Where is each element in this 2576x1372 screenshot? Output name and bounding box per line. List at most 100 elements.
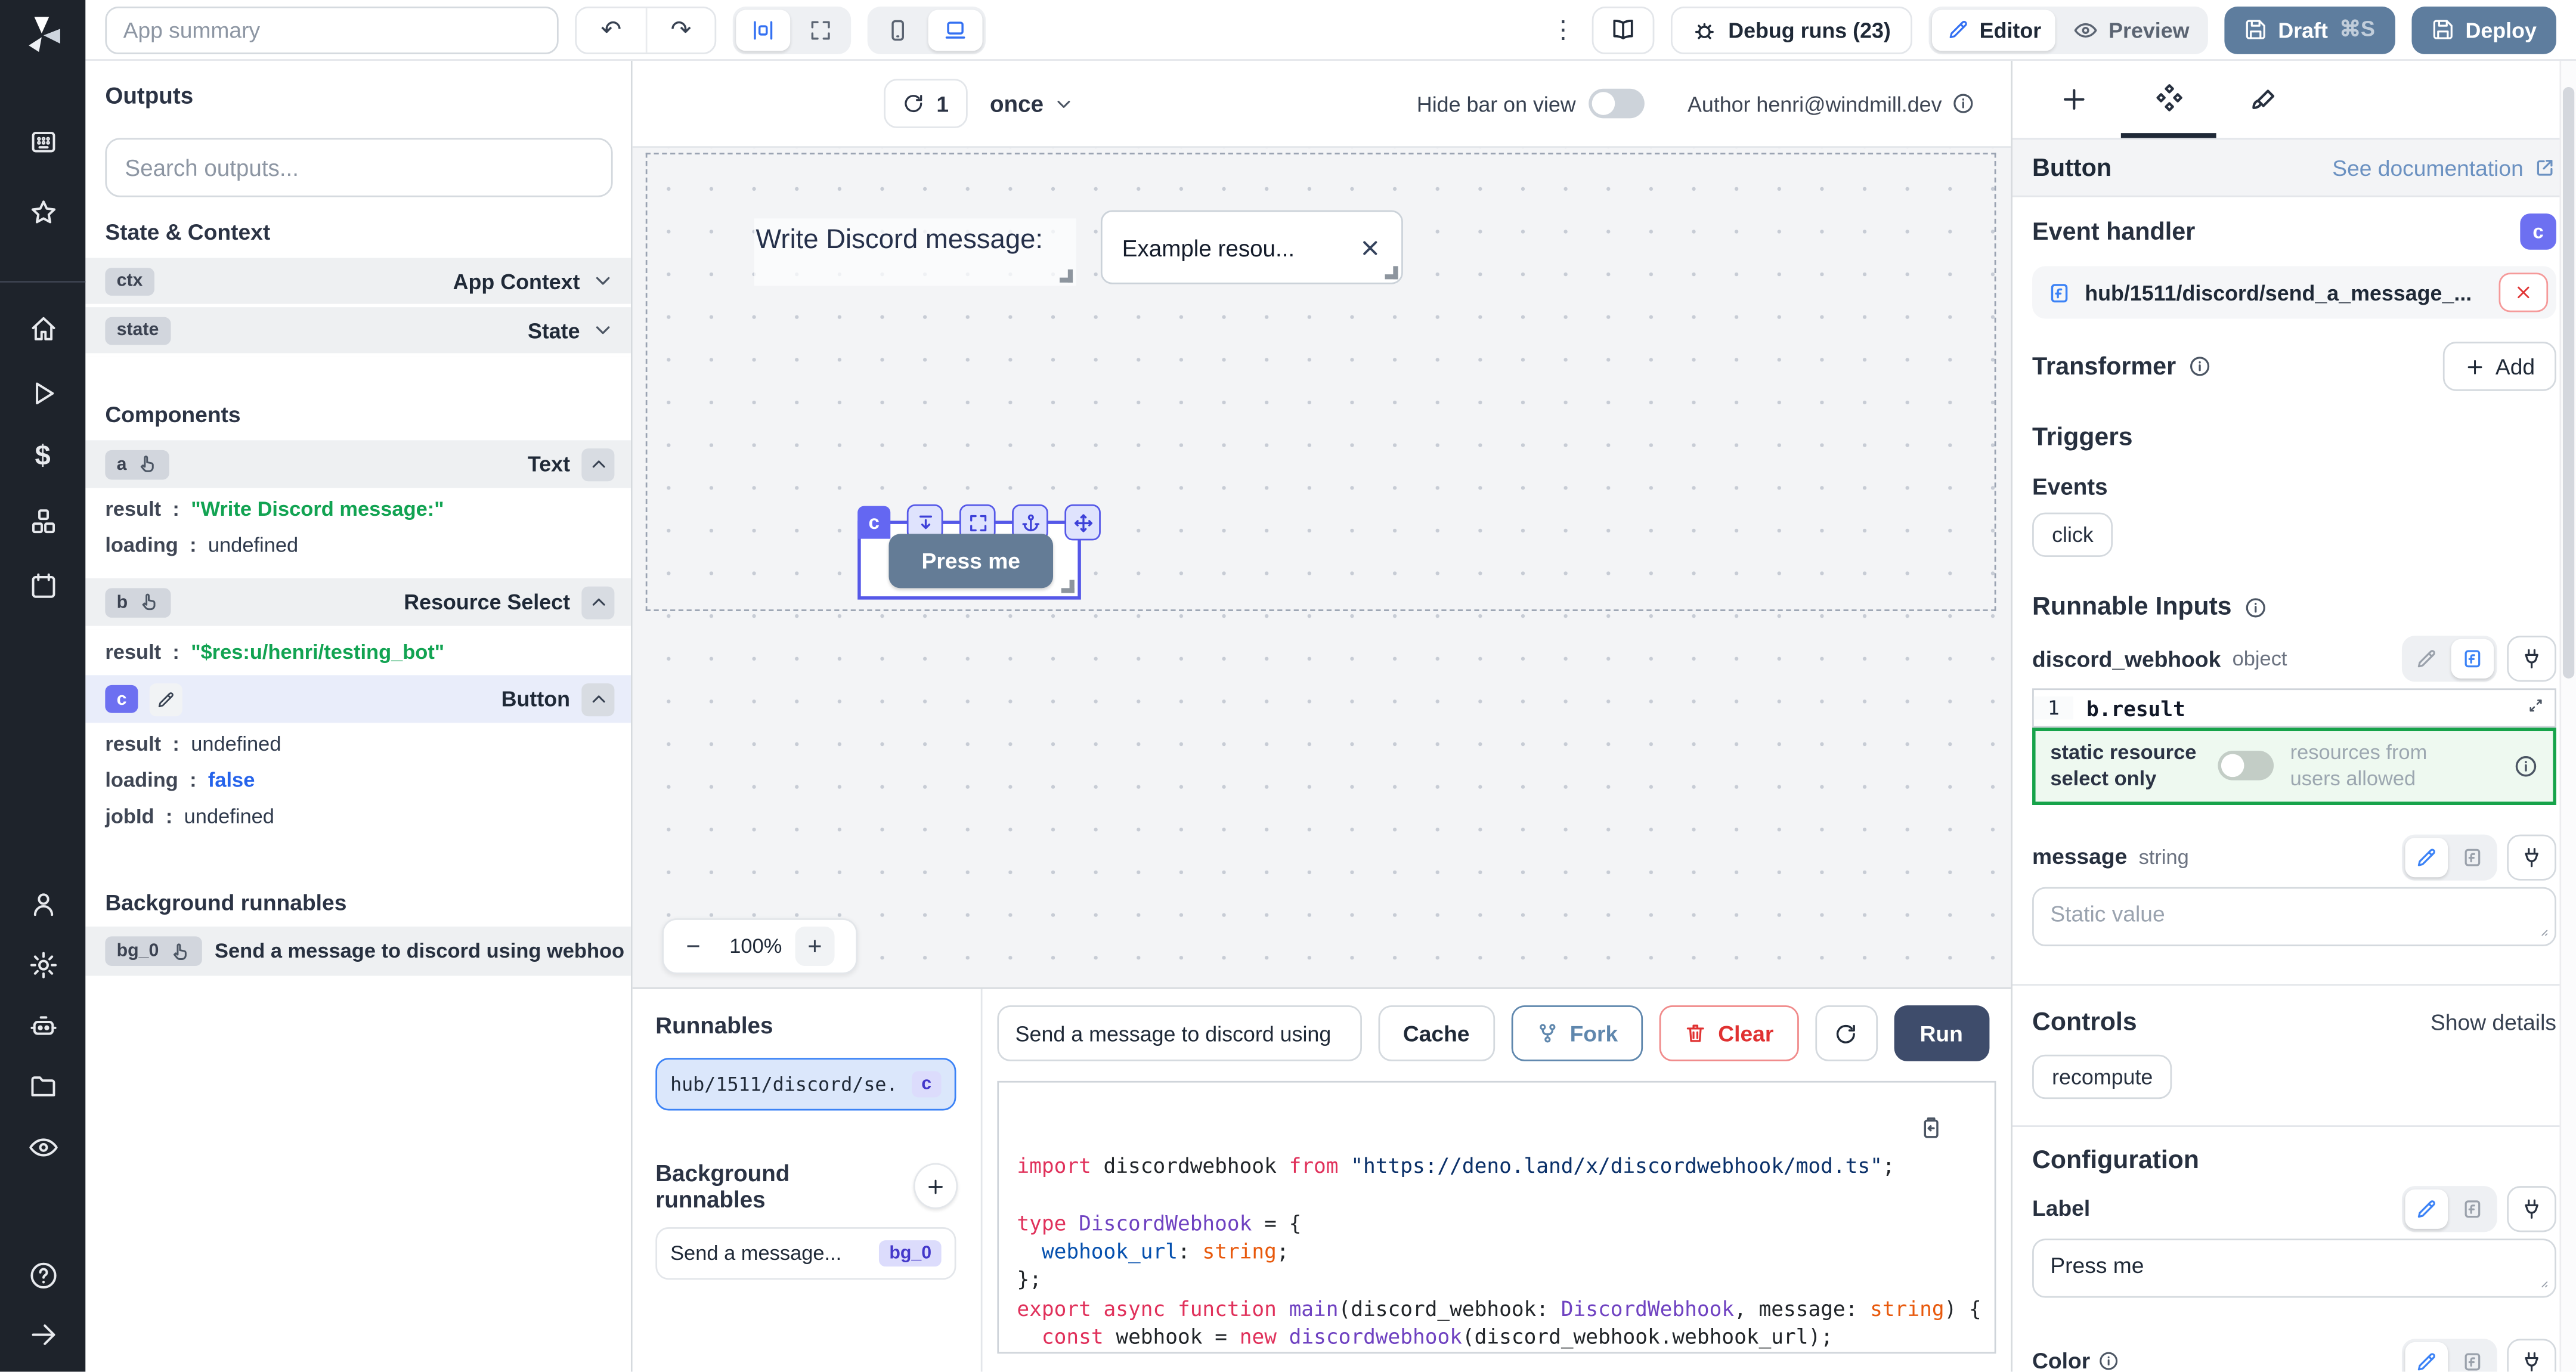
component-settings-tab[interactable] <box>2121 61 2216 138</box>
app-summary-input[interactable] <box>105 6 558 54</box>
insert-component-tab[interactable] <box>2026 61 2121 138</box>
text-component[interactable]: Write Discord message: <box>754 218 1076 286</box>
refresh-count-box[interactable]: 1 <box>884 79 967 128</box>
tab-preview[interactable]: Preview <box>2059 9 2204 50</box>
info-icon[interactable] <box>2513 754 2538 778</box>
show-details-link[interactable]: Show details <box>2431 1010 2556 1035</box>
documentation-book-button[interactable] <box>1592 6 1655 54</box>
variables-dollar-icon[interactable]: $ <box>23 437 63 476</box>
folders-icon[interactable] <box>23 1066 63 1105</box>
styling-tab[interactable] <box>2216 61 2312 138</box>
scrollbar[interactable] <box>2559 61 2576 1372</box>
press-me-button[interactable]: Press me <box>889 534 1054 588</box>
run-button[interactable]: Run <box>1893 1005 1989 1061</box>
apps-grid-icon[interactable] <box>23 122 63 161</box>
search-outputs-input[interactable] <box>105 138 612 197</box>
copy-code-icon[interactable] <box>1919 1116 1943 1147</box>
fork-button[interactable]: Fork <box>1510 1005 1642 1061</box>
component-a-row[interactable]: a Text <box>85 440 631 491</box>
state-row[interactable]: state State <box>85 307 631 357</box>
run-mode-dropdown[interactable]: once <box>990 91 1075 117</box>
label-value-input[interactable]: Press me <box>2032 1238 2556 1297</box>
favorites-star-icon[interactable] <box>23 192 63 231</box>
clear-button[interactable]: Clear <box>1659 1005 1798 1061</box>
rename-c-button[interactable] <box>150 683 182 716</box>
reload-button[interactable] <box>1815 1005 1877 1061</box>
event-handler-box[interactable]: hub/1511/discord/send_a_message_... <box>2032 266 2556 318</box>
plug-connect-button[interactable] <box>2507 1338 2556 1371</box>
info-icon[interactable] <box>2098 1351 2120 1372</box>
component-c-row[interactable]: c Button <box>85 675 631 726</box>
scrollbar-thumb[interactable] <box>2563 87 2574 679</box>
remove-handler-button[interactable] <box>2499 272 2549 312</box>
resize-handle[interactable] <box>1060 270 1073 283</box>
connect-mode-fx-button[interactable] <box>2451 1342 2494 1372</box>
resources-toggle[interactable] <box>2218 751 2274 781</box>
connect-mode-fx-button[interactable] <box>2451 1188 2494 1228</box>
clear-x-icon[interactable] <box>1358 236 1382 259</box>
chevron-down-icon[interactable] <box>592 270 615 293</box>
static-mode-pencil-button[interactable] <box>2405 1188 2448 1228</box>
plug-connect-button[interactable] <box>2507 1185 2556 1231</box>
zoom-in-button[interactable]: + <box>795 927 834 966</box>
selected-runnable-item[interactable]: hub/1511/discord/se... c <box>655 1058 956 1110</box>
collapse-b-button[interactable] <box>581 586 614 618</box>
code-editor[interactable]: import discordwebhook from "https://deno… <box>997 1081 1996 1354</box>
hide-bar-toggle[interactable] <box>1589 89 1645 119</box>
resource-select-component[interactable]: Example resou... <box>1101 210 1403 284</box>
plug-connect-button[interactable] <box>2507 636 2556 682</box>
info-icon[interactable] <box>2245 596 2268 620</box>
draft-button[interactable]: Draft ⌘S <box>2224 6 2395 54</box>
cache-button[interactable]: Cache <box>1379 1005 1494 1061</box>
resize-corner-icon[interactable] <box>2533 916 2550 946</box>
button-component-selected[interactable]: c Press me <box>857 521 1081 599</box>
connect-mode-fx-button[interactable] <box>2451 837 2494 877</box>
resize-handle[interactable] <box>1061 580 1075 593</box>
tab-editor[interactable]: Editor <box>1932 9 2056 50</box>
see-documentation-link[interactable]: See documentation <box>2332 155 2556 179</box>
collapse-a-button[interactable] <box>581 448 614 481</box>
chevron-down-icon[interactable] <box>592 318 615 342</box>
message-static-input[interactable] <box>2032 886 2556 945</box>
add-bg-runnable-button[interactable] <box>914 1163 958 1209</box>
center-layout-button[interactable] <box>736 9 790 50</box>
static-mode-pencil-button[interactable] <box>2405 837 2448 877</box>
webhook-expr-editor[interactable]: 1 b.result <box>2032 688 2556 727</box>
collapse-sidebar-icon[interactable] <box>23 1314 63 1354</box>
info-icon[interactable] <box>1952 92 1975 115</box>
collapse-c-button[interactable] <box>581 683 614 716</box>
resources-cubes-icon[interactable] <box>23 501 63 540</box>
component-b-row[interactable]: b Resource Select <box>85 578 631 629</box>
plug-connect-button[interactable] <box>2507 834 2556 879</box>
static-mode-pencil-button[interactable] <box>2405 1342 2448 1372</box>
windmill-logo-icon[interactable] <box>21 13 66 57</box>
bg-runnable-item[interactable]: Send a message... bg_0 <box>655 1227 956 1280</box>
info-icon[interactable] <box>2188 355 2211 378</box>
settings-gear-icon[interactable] <box>23 944 63 984</box>
audit-eye-icon[interactable] <box>23 1127 63 1166</box>
expand-editor-icon[interactable] <box>2527 693 2544 723</box>
undo-button[interactable]: ↶ <box>577 7 646 51</box>
add-transformer-button[interactable]: Add <box>2443 342 2556 391</box>
help-icon[interactable] <box>23 1255 63 1294</box>
fullwidth-layout-button[interactable] <box>794 9 848 50</box>
script-name-input[interactable] <box>997 1005 1362 1061</box>
debug-runs-button[interactable]: Debug runs (23) <box>1671 6 1912 54</box>
resize-handle[interactable] <box>1385 266 1398 279</box>
kebab-menu-icon[interactable]: ⋮ <box>1551 15 1575 45</box>
user-icon[interactable] <box>23 884 63 923</box>
connect-mode-fx-button[interactable] <box>2451 639 2494 679</box>
workers-robot-icon[interactable] <box>23 1005 63 1045</box>
app-canvas[interactable]: Write Discord message: Example resou... … <box>633 148 2011 987</box>
bg0-row[interactable]: bg_0 Send a message to discord using web… <box>85 927 631 976</box>
mobile-view-button[interactable] <box>871 9 925 50</box>
move-button[interactable] <box>1064 504 1101 541</box>
zoom-out-button[interactable]: − <box>674 927 713 966</box>
runs-play-icon[interactable] <box>23 373 63 412</box>
redo-button[interactable]: ↷ <box>646 7 715 51</box>
static-mode-pencil-button[interactable] <box>2405 639 2448 679</box>
ctx-row[interactable]: ctx App Context <box>85 258 631 308</box>
click-event-chip[interactable]: click <box>2032 513 2113 557</box>
schedules-calendar-icon[interactable] <box>23 565 63 605</box>
home-icon[interactable] <box>23 309 63 348</box>
